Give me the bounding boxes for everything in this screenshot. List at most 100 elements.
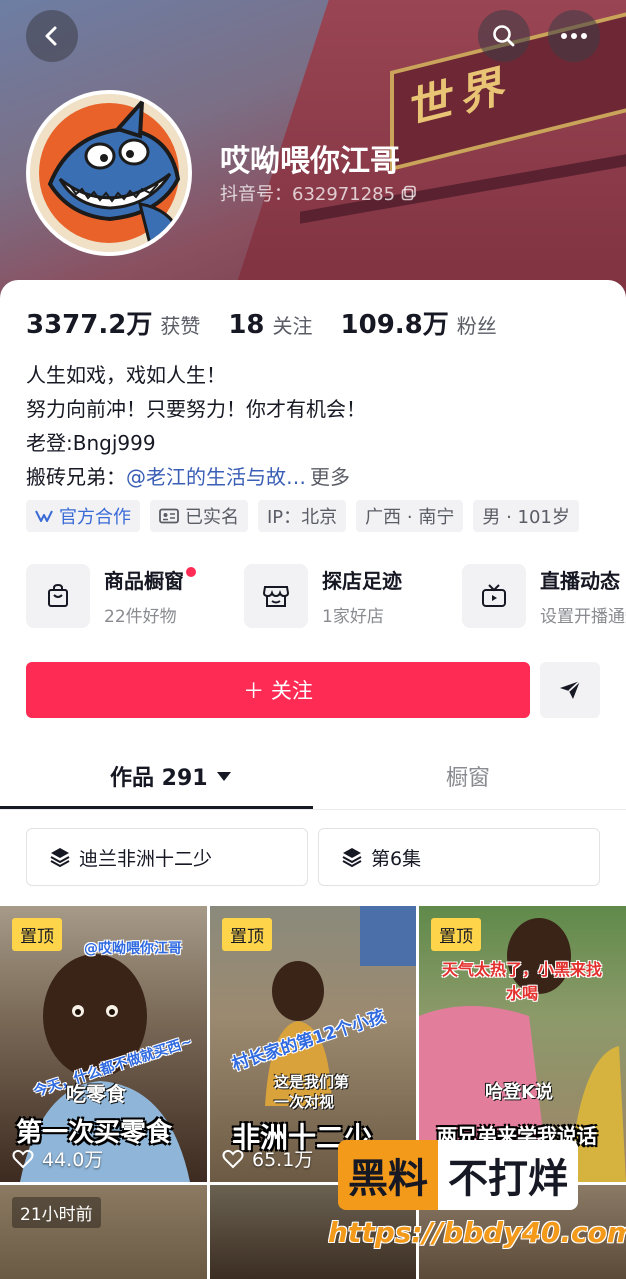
- bio-prefix: 搬砖兄弟：: [26, 465, 126, 489]
- watermark: 黑料 不打烊 https://bbdy40.com: [328, 1140, 626, 1270]
- likes-text: 65.1万: [252, 1149, 314, 1171]
- douyin-id: 抖音号：632971285: [220, 180, 417, 206]
- avatar[interactable]: [26, 90, 192, 256]
- watermark-url: https://bbdy40.com: [328, 1216, 626, 1249]
- send-icon: [560, 680, 581, 699]
- bio-line: 努力向前冲！只要努力！你才有机会！: [26, 397, 366, 421]
- services-row: 商品橱窗 22件好物 探店足迹 1家好店 直播动态 设置开播通知: [26, 564, 626, 628]
- back-button[interactable]: [26, 10, 78, 62]
- share-button[interactable]: [540, 662, 600, 718]
- stat-likes[interactable]: 3377.2万 获赞: [26, 304, 200, 341]
- shopping-bag-icon: [48, 583, 68, 607]
- service-text: 探店足迹 1家好店: [322, 565, 402, 627]
- more-dots-icon: [561, 33, 587, 39]
- heart-icon: [12, 1149, 34, 1168]
- search-button[interactable]: [478, 10, 530, 62]
- profile-card: 3377.2万 获赞 18 关注 109.8万 粉丝 人生如戏，戏如人生！ 努力…: [0, 280, 626, 1279]
- tag-official[interactable]: 官方合作: [26, 500, 140, 532]
- tab-shop-window[interactable]: 橱窗: [446, 742, 490, 810]
- douyin-id-text: 抖音号：632971285: [220, 184, 396, 205]
- stat-value: 3377.2万: [26, 310, 153, 340]
- more-button[interactable]: [548, 10, 600, 62]
- bio-more-button[interactable]: 更多: [310, 465, 350, 489]
- tag-label: 已实名: [185, 507, 239, 528]
- tag-label: 官方合作: [59, 507, 131, 528]
- collection-label: 第6集: [371, 847, 422, 870]
- shop-icon: [262, 586, 290, 607]
- mention-link[interactable]: @老江的生活与故…: [126, 465, 306, 489]
- tag-location: 广西 · 南宁: [356, 500, 464, 532]
- tag-label: IP：北京: [267, 507, 338, 528]
- id-card-icon: [159, 508, 179, 524]
- follow-button[interactable]: ＋ 关注: [26, 662, 530, 718]
- pinned-badge: 置顶: [431, 918, 481, 951]
- tab-underline: [0, 806, 313, 809]
- cover-subtitle: 哈登K说: [485, 1082, 553, 1103]
- service-text: 直播动态 设置开播通知: [540, 565, 626, 627]
- notification-dot: [186, 567, 196, 577]
- pinned-badge: 置顶: [222, 918, 272, 951]
- stat-label: 关注: [272, 314, 313, 338]
- watermark-logo: 黑料 不打烊: [338, 1140, 578, 1210]
- collection-chip[interactable]: 迪兰非洲十二少: [26, 828, 308, 886]
- tag-gender-age: 男 · 101岁: [473, 500, 579, 532]
- service-subtitle: 22件好物: [104, 607, 177, 627]
- video-card[interactable]: 21小时前: [0, 1185, 207, 1279]
- service-text: 商品橱窗 22件好物: [104, 565, 196, 627]
- stat-followers[interactable]: 109.8万 粉丝: [341, 304, 497, 341]
- stat-label: 粉丝: [456, 314, 497, 338]
- watermark-part2: 不打烊: [438, 1140, 578, 1210]
- search-icon: [493, 25, 515, 47]
- layers-icon: [50, 848, 70, 868]
- collections-row: 迪兰非洲十二少 第6集: [26, 828, 600, 886]
- collection-label: 迪兰非洲十二少: [79, 847, 213, 870]
- cover-title: 第一次买零食: [16, 1118, 173, 1148]
- likes-count: 44.0万: [12, 1145, 103, 1172]
- tag-row: 官方合作 已实名 IP：北京 广西 · 南宁 男 · 101岁: [26, 500, 579, 532]
- cover-subtitle: 这是我们第一次对视: [274, 1073, 350, 1111]
- collection-chip[interactable]: 第6集: [318, 828, 600, 886]
- cover-handle: @哎呦喂你江哥: [84, 941, 182, 957]
- cover-subtitle: 吃零食: [66, 1082, 126, 1106]
- stat-value: 109.8万: [340, 310, 449, 340]
- cover-overlay-text: 天气太热了，小黑来找水喝: [441, 960, 602, 1003]
- caret-down-icon: [216, 772, 231, 781]
- handshake-icon: [35, 510, 53, 522]
- tag-label: 广西 · 南宁: [365, 507, 455, 528]
- service-subtitle: 设置开播通知: [540, 607, 626, 627]
- stats-row: 3377.2万 获赞 18 关注 109.8万 粉丝: [26, 304, 525, 341]
- service-store-visits[interactable]: 探店足迹 1家好店: [244, 564, 462, 628]
- nickname: 哎呦喂你江哥: [220, 144, 400, 179]
- likes-text: 44.0万: [42, 1149, 104, 1171]
- service-shop-window[interactable]: 商品橱窗 22件好物: [26, 564, 244, 628]
- service-title: 探店足迹: [322, 569, 402, 593]
- service-icon-box: [26, 564, 90, 628]
- tab-label: 作品 291: [110, 766, 208, 791]
- bio-line: 老登:Bngj999: [26, 431, 156, 455]
- tag-verified[interactable]: 已实名: [150, 500, 248, 532]
- layers-icon: [342, 848, 362, 868]
- service-title: 直播动态: [540, 569, 620, 593]
- copy-icon[interactable]: [401, 185, 417, 201]
- posted-time: 21小时前: [12, 1197, 101, 1228]
- video-card[interactable]: 置顶 @哎呦喂你江哥 今天，什么都不做就买西~ 吃零食 第一次买零食 44.0万: [0, 906, 207, 1182]
- likes-count: 65.1万: [222, 1145, 313, 1172]
- stat-value: 18: [228, 310, 265, 340]
- service-subtitle: 1家好店: [322, 607, 384, 627]
- bio-line: 人生如戏，戏如人生！: [26, 363, 226, 387]
- stat-following[interactable]: 18 关注: [228, 310, 312, 340]
- watermark-part1: 黑料: [338, 1140, 438, 1210]
- shark-cartoon-icon: [30, 94, 188, 252]
- pinned-badge: 置顶: [12, 918, 62, 951]
- tv-icon: [482, 584, 506, 607]
- service-live[interactable]: 直播动态 设置开播通知: [462, 564, 626, 628]
- tab-works[interactable]: 作品 291: [110, 742, 232, 810]
- bio: 人生如戏，戏如人生！ 努力向前冲！只要努力！你才有机会！ 老登:Bngj999 …: [26, 358, 366, 494]
- heart-icon: [222, 1149, 244, 1168]
- tag-label: 男 · 101岁: [482, 507, 570, 528]
- stat-label: 获赞: [160, 314, 201, 338]
- service-icon-box: [244, 564, 308, 628]
- content-tabs: 作品 291 橱窗: [0, 742, 626, 810]
- tag-ip: IP：北京: [258, 500, 347, 532]
- chevron-left-icon: [45, 26, 57, 46]
